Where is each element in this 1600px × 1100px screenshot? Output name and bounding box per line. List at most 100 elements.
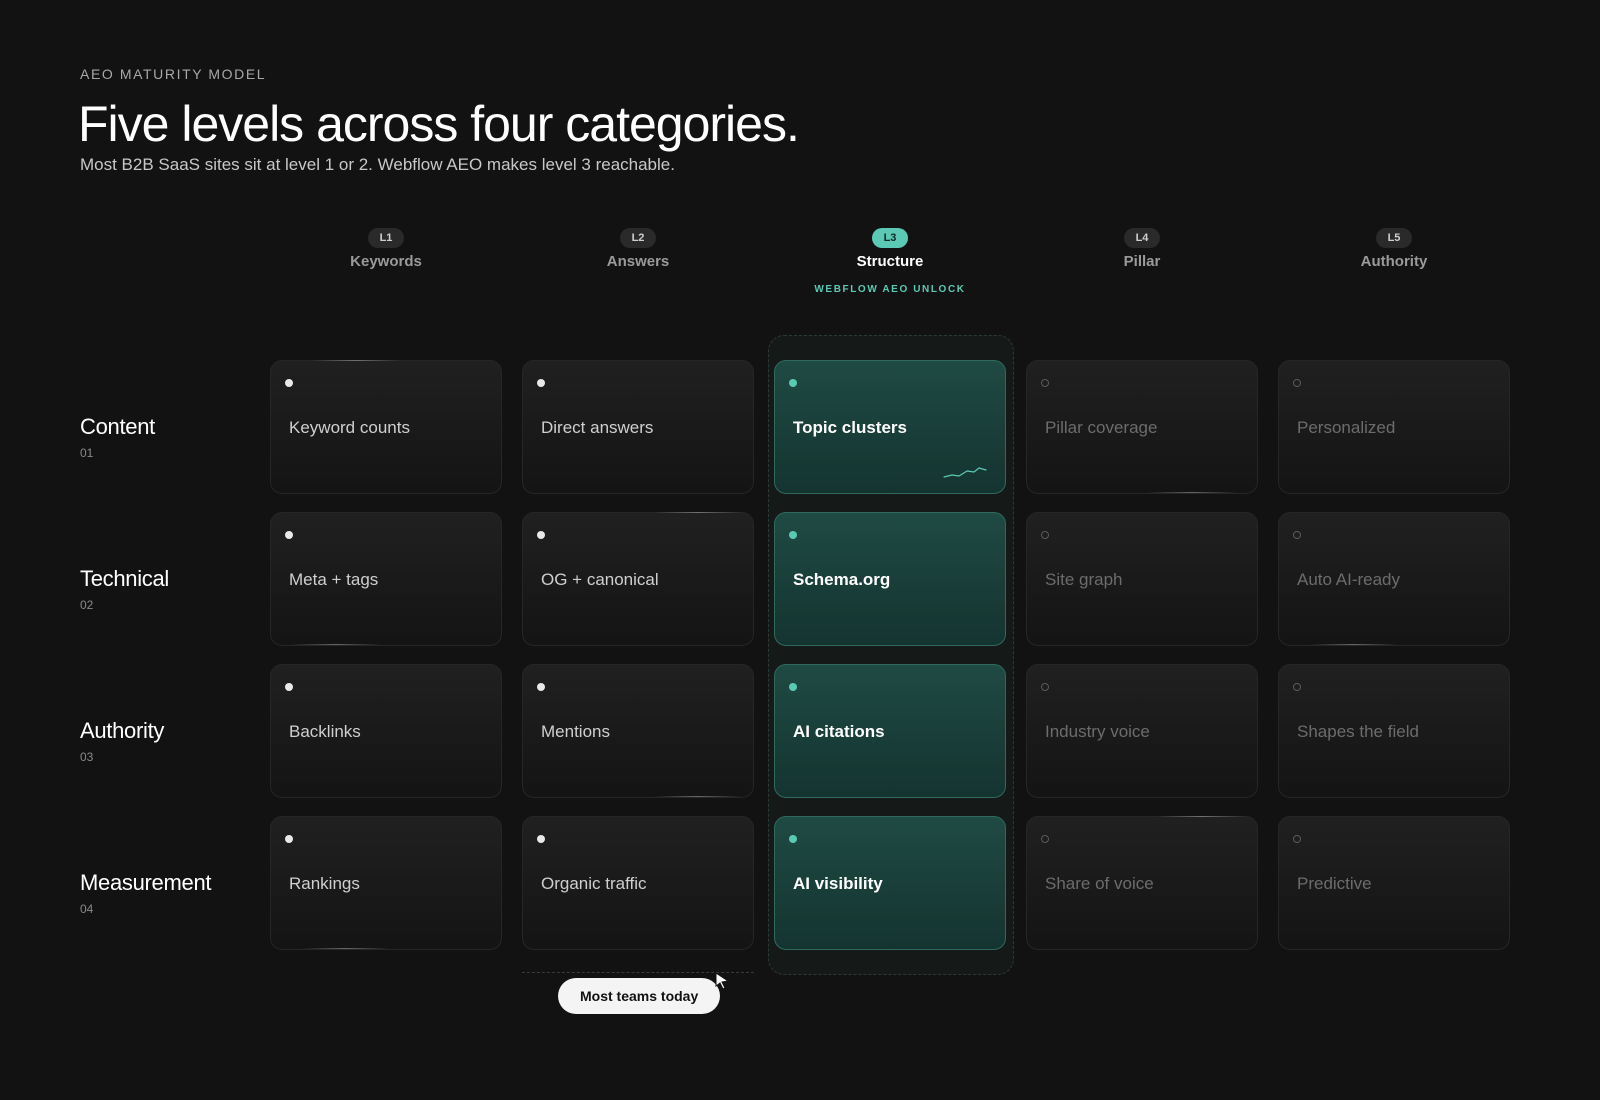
- status-dot: [1041, 835, 1049, 843]
- edge-glow: [653, 796, 743, 797]
- status-dot: [1041, 531, 1049, 539]
- status-dot: [1293, 379, 1301, 387]
- cell-label: Predictive: [1297, 874, 1372, 893]
- cell-label: Shapes the field: [1297, 722, 1419, 741]
- row-label-measurement: Measurement 04: [80, 870, 212, 916]
- cell-label: Rankings: [289, 874, 360, 893]
- edge-glow: [311, 360, 401, 361]
- cell-label: Share of voice: [1045, 874, 1154, 893]
- edge-glow: [1157, 816, 1247, 817]
- cell-label: Site graph: [1045, 570, 1123, 589]
- cell-technical-l4[interactable]: Site graph: [1026, 512, 1258, 646]
- cell-measurement-l1[interactable]: Rankings: [270, 816, 502, 950]
- cell-measurement-l3[interactable]: AI visibility: [774, 816, 1006, 950]
- page-title: Five levels across four categories.: [78, 96, 800, 152]
- level-header-l3: L3 Structure WEBFLOW AEO UNLOCK: [774, 228, 1006, 295]
- level-header-l1: L1 Keywords: [270, 228, 502, 270]
- cell-label: Industry voice: [1045, 722, 1150, 741]
- cell-content-l1[interactable]: Keyword counts: [270, 360, 502, 494]
- level-header-l2: L2 Answers: [522, 228, 754, 270]
- maturity-model-page: AEO MATURITY MODEL Five levels across fo…: [0, 0, 1600, 1100]
- edge-glow: [301, 948, 391, 949]
- webflow-unlock-label: WEBFLOW AEO UNLOCK: [814, 284, 966, 295]
- status-dot: [285, 531, 293, 539]
- cell-label: Personalized: [1297, 418, 1396, 437]
- level-name: Pillar: [1123, 253, 1161, 270]
- status-dot: [537, 379, 545, 387]
- row-title: Authority: [80, 718, 165, 743]
- cell-content-l2[interactable]: Direct answers: [522, 360, 754, 494]
- status-dot: [285, 835, 293, 843]
- level-badge: L5: [1376, 228, 1412, 248]
- row-title: Technical: [80, 566, 170, 591]
- cell-label: Organic traffic: [541, 874, 647, 893]
- status-dot: [285, 379, 293, 387]
- row-label-technical: Technical 02: [80, 566, 169, 612]
- cell-label: Direct answers: [541, 418, 654, 437]
- row-number: 01: [80, 446, 94, 460]
- edge-glow: [1147, 492, 1237, 493]
- row-label-authority: Authority 03: [80, 718, 164, 764]
- status-dot: [285, 683, 293, 691]
- most-teams-today-marker[interactable]: Most teams today: [558, 978, 721, 1014]
- row-title: Content: [80, 414, 155, 439]
- cell-label: Pillar coverage: [1045, 418, 1158, 437]
- level-badge: L1: [368, 228, 404, 248]
- cell-label: Auto AI-ready: [1297, 570, 1401, 589]
- cell-authority-l2[interactable]: Mentions: [522, 664, 754, 798]
- cell-label: Meta + tags: [289, 570, 379, 589]
- level-header-l4: L4 Pillar: [1026, 228, 1258, 270]
- cell-measurement-l4[interactable]: Share of voice: [1026, 816, 1258, 950]
- level-badge: L2: [620, 228, 656, 248]
- row-label-content: Content 01: [80, 414, 155, 460]
- row-number: 04: [80, 902, 94, 916]
- status-dot: [789, 379, 797, 387]
- row-number: 03: [80, 750, 94, 764]
- cell-label: AI citations: [793, 722, 885, 741]
- cell-technical-l5[interactable]: Auto AI-ready: [1278, 512, 1510, 646]
- status-dot: [1041, 683, 1049, 691]
- status-dot: [789, 683, 797, 691]
- row-title: Measurement: [80, 870, 212, 895]
- cursor-pointer-icon: [715, 972, 730, 990]
- cell-authority-l4[interactable]: Industry voice: [1026, 664, 1258, 798]
- cell-authority-l3[interactable]: AI citations: [774, 664, 1006, 798]
- cell-measurement-l5[interactable]: Predictive: [1278, 816, 1510, 950]
- cell-technical-l2[interactable]: OG + canonical: [522, 512, 754, 646]
- cell-authority-l1[interactable]: Backlinks: [270, 664, 502, 798]
- level-badge: L3: [872, 228, 908, 248]
- cell-authority-l5[interactable]: Shapes the field: [1278, 664, 1510, 798]
- cell-measurement-l2[interactable]: Organic traffic: [522, 816, 754, 950]
- cell-content-l3[interactable]: Topic clusters: [774, 360, 1006, 494]
- level-name: Authority: [1360, 253, 1428, 270]
- status-dot: [1293, 835, 1301, 843]
- level-name: Structure: [856, 253, 924, 270]
- status-dot: [1293, 531, 1301, 539]
- edge-glow: [1309, 644, 1399, 645]
- status-dot: [1041, 379, 1049, 387]
- level-header-l5: L5 Authority: [1278, 228, 1510, 270]
- status-dot: [537, 835, 545, 843]
- sparkline-icon: [943, 467, 987, 478]
- cell-label: Topic clusters: [793, 418, 907, 437]
- cell-content-l4[interactable]: Pillar coverage: [1026, 360, 1258, 494]
- status-dot: [789, 835, 797, 843]
- cell-label: OG + canonical: [541, 570, 659, 589]
- row-number: 02: [80, 598, 94, 612]
- level-badge: L4: [1124, 228, 1160, 248]
- cell-label: Keyword counts: [289, 418, 410, 437]
- level-name: Keywords: [350, 253, 422, 270]
- status-dot: [537, 683, 545, 691]
- edge-glow: [653, 512, 743, 513]
- level-name: Answers: [606, 253, 670, 270]
- edge-glow: [291, 644, 381, 645]
- cell-content-l5[interactable]: Personalized: [1278, 360, 1510, 494]
- eyebrow-label: AEO MATURITY MODEL: [80, 66, 267, 82]
- status-dot: [537, 531, 545, 539]
- status-dot: [1293, 683, 1301, 691]
- cell-label: Backlinks: [289, 722, 361, 741]
- cell-technical-l1[interactable]: Meta + tags: [270, 512, 502, 646]
- cell-label: Schema.org: [793, 570, 891, 589]
- page-subtitle: Most B2B SaaS sites sit at level 1 or 2.…: [80, 155, 675, 174]
- cell-technical-l3[interactable]: Schema.org: [774, 512, 1006, 646]
